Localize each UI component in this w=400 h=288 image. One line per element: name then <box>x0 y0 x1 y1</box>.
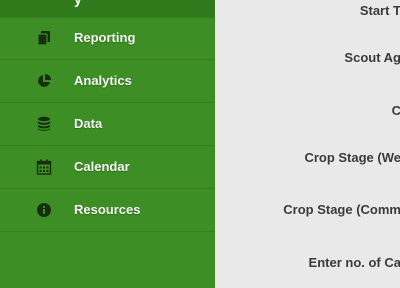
sidebar-item-partial[interactable]: y <box>0 0 215 18</box>
field-label-crop-stage-common: Crop Stage (Comm <box>283 202 400 217</box>
field-label-crop-stage-week: Crop Stage (We <box>304 150 400 165</box>
info-icon <box>36 202 52 218</box>
copy-icon <box>36 30 52 46</box>
calendar-icon <box>36 159 52 175</box>
sidebar-item-data[interactable]: Data <box>0 103 215 146</box>
sidebar-item-reporting[interactable]: Reporting <box>0 17 215 60</box>
sidebar-item-label: Calendar <box>74 159 130 174</box>
sidebar-item-label: Analytics <box>74 73 132 88</box>
sidebar-item-label: Resources <box>74 202 141 217</box>
sidebar-item-label: Data <box>74 116 103 131</box>
sidebar-item-partial-label: y <box>74 0 82 7</box>
sidebar-item-analytics[interactable]: Analytics <box>0 60 215 103</box>
sidebar: y Reporting Analytics D <box>0 0 215 288</box>
field-label-start-time: Start T <box>359 3 400 18</box>
form-panel: Start T Scout Ag C Crop Stage (We Crop S… <box>215 0 400 288</box>
pie-chart-icon <box>36 73 52 89</box>
sidebar-item-calendar[interactable]: Calendar <box>0 146 215 189</box>
field-label-c: C <box>391 103 400 118</box>
field-label-enter-number: Enter no. of Ca <box>308 255 400 270</box>
sidebar-item-label: Reporting <box>74 30 136 45</box>
field-label-scout-age: Scout Ag <box>344 50 400 65</box>
database-icon <box>36 116 52 132</box>
sidebar-item-resources[interactable]: Resources <box>0 189 215 232</box>
